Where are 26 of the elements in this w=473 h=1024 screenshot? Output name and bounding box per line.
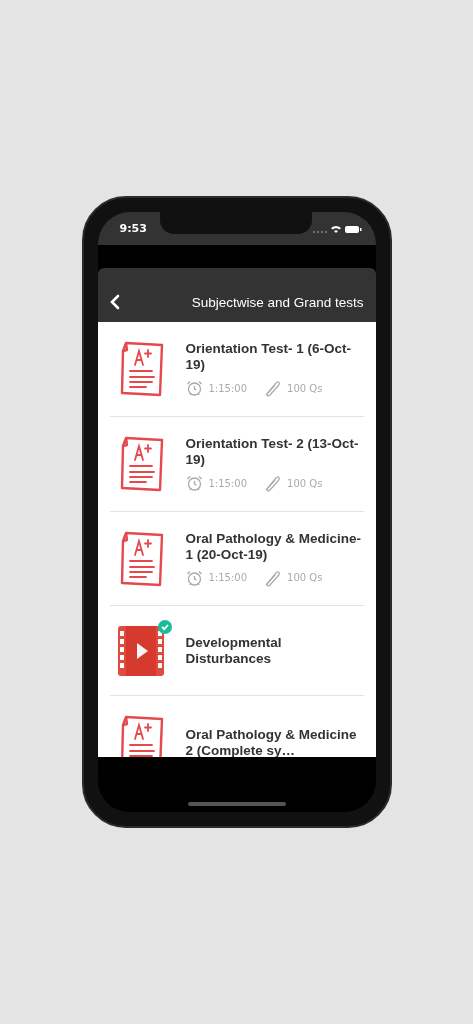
item-title: Orientation Test- 2 (13-Oct-19) <box>185 436 360 468</box>
paperclip-icon <box>263 379 282 397</box>
item-title: Developmental Disturbances <box>185 634 283 667</box>
back-icon[interactable] <box>109 294 120 310</box>
list-item[interactable]: Orientation Test- 1 (6-Oct-19) 1:15:00 100 Qs <box>109 322 364 417</box>
list-item[interactable]: Orientation Test- 2 (13-Oct-19) 1:15:00 100 Qs <box>109 417 364 512</box>
list-item[interactable]: Developmental Disturbances <box>109 606 364 696</box>
alarm-clock-icon <box>185 569 203 586</box>
alarm-clock-icon <box>185 475 203 491</box>
item-title: Oral Pathology & Medicine-1 (20-Oct-19) <box>185 530 362 563</box>
list-item[interactable]: Oral Pathology & Medicine-1 (20-Oct-19) 1:15:00 100 Qs <box>109 512 364 606</box>
paperclip-icon <box>263 474 282 492</box>
duration-text: 1:15:00 <box>208 477 248 489</box>
item-title: Orientation Test- 1 (6-Oct-19) <box>185 341 352 373</box>
status-icons <box>311 223 362 234</box>
duration-text: 1:15:00 <box>208 382 248 394</box>
alarm-clock-icon <box>185 380 203 396</box>
status-time: 9:53 <box>119 222 147 235</box>
question-count: 100 Qs <box>287 572 323 583</box>
question-count: 100 Qs <box>287 477 323 489</box>
duration-text: 1:15:00 <box>208 572 248 583</box>
header-title: Subjectwise and Grand tests <box>191 294 364 310</box>
item-title: Oral Pathology & Medicine 2 (Complete sy… <box>185 727 358 757</box>
paperclip-icon <box>263 568 282 587</box>
question-count: 100 Qs <box>287 382 323 394</box>
video-film-icon <box>117 625 164 676</box>
